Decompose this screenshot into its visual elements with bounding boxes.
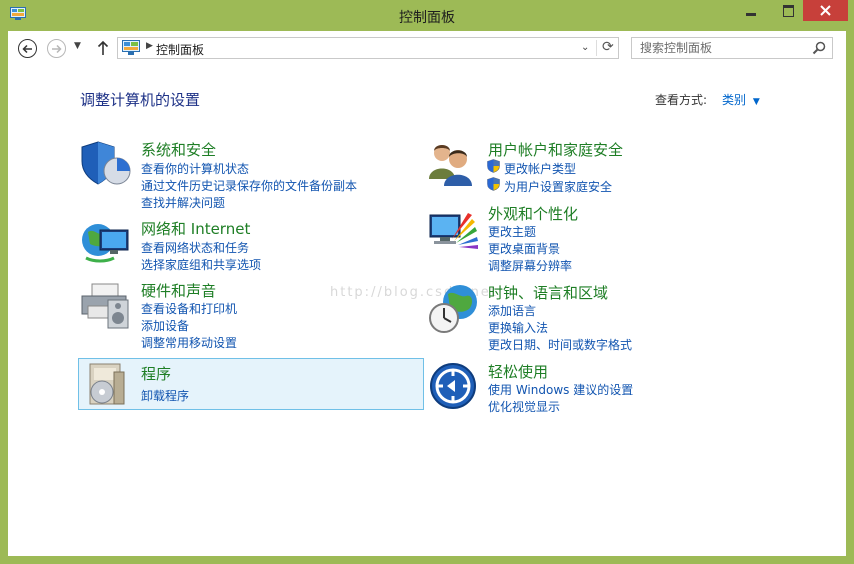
category-link[interactable]: 调整常用移动设置: [141, 334, 237, 351]
category-network-internet: 网络和 Internet 查看网络状态和任务 选择家庭组和共享选项: [80, 218, 420, 273]
page-heading: 调整计算机的设置: [80, 91, 201, 109]
uac-shield-icon: [487, 177, 500, 191]
category-title[interactable]: 网络和 Internet: [141, 218, 250, 239]
category-link[interactable]: 更换输入法: [488, 319, 548, 336]
minimize-button[interactable]: [738, 0, 764, 21]
view-by-value: 类别: [722, 93, 747, 107]
category-title[interactable]: 硬件和声音: [141, 280, 216, 301]
category-system-security: 系统和安全 查看你的计算机状态 通过文件历史记录保存你的文件备份副本 查找并解决…: [80, 139, 420, 210]
category-link[interactable]: 更改帐户类型: [504, 160, 576, 177]
maximize-button[interactable]: [775, 0, 802, 21]
category-link[interactable]: 更改主题: [488, 223, 536, 240]
category-link[interactable]: 查看你的计算机状态: [141, 160, 249, 177]
view-by-label: 查看方式:: [655, 93, 708, 107]
category-user-accounts: 用户帐户和家庭安全 更改帐户类型 为用户设置家庭安全: [428, 139, 828, 194]
category-title[interactable]: 系统和安全: [141, 139, 216, 160]
control-panel-window: 控制面板 ▼ ▶ 控制面板 ⌄ ⟳ 搜索控制面板 调整计算机的设置 查看方式: …: [0, 0, 854, 564]
search-box[interactable]: [631, 37, 833, 59]
chevron-down-icon: ▼: [74, 41, 81, 51]
client-area: ▼ ▶ 控制面板 ⌄ ⟳ 搜索控制面板 调整计算机的设置 查看方式: 类别 ▼ …: [8, 31, 846, 556]
category-link[interactable]: 优化视觉显示: [488, 398, 560, 415]
programs-box-icon[interactable]: [84, 362, 134, 408]
category-title[interactable]: 时钟、语言和区域: [488, 282, 608, 303]
users-icon[interactable]: [428, 139, 478, 189]
view-by-dropdown[interactable]: 类别 ▼: [722, 91, 760, 108]
recent-locations-button[interactable]: ▼: [74, 41, 86, 55]
category-link[interactable]: 卸载程序: [141, 387, 189, 404]
category-title[interactable]: 程序: [141, 363, 171, 384]
category-programs: 程序 卸载程序: [80, 362, 420, 408]
security-shield-icon[interactable]: [80, 139, 132, 187]
category-link[interactable]: 更改桌面背景: [488, 240, 560, 257]
search-icon[interactable]: [812, 41, 826, 55]
category-link[interactable]: 使用 Windows 建议的设置: [488, 381, 633, 398]
forward-arrow-icon: [52, 44, 62, 53]
category-clock-language: 时钟、语言和区域 添加语言 更换输入法 更改日期、时间或数字格式: [428, 282, 828, 352]
control-panel-icon: [122, 40, 140, 55]
category-title[interactable]: 用户帐户和家庭安全: [488, 139, 623, 160]
title-bar[interactable]: 控制面板: [0, 0, 854, 31]
back-arrow-icon: [22, 44, 32, 53]
close-icon: [820, 5, 831, 16]
back-button[interactable]: [18, 39, 37, 58]
address-bar[interactable]: ▶ 控制面板 ⌄ ⟳: [117, 37, 619, 59]
category-link[interactable]: 更改日期、时间或数字格式: [488, 336, 632, 353]
category-link[interactable]: 通过文件历史记录保存你的文件备份副本: [141, 177, 357, 194]
clock-globe-icon[interactable]: [428, 282, 480, 334]
breadcrumb-control-panel[interactable]: 控制面板: [156, 41, 204, 58]
category-link[interactable]: 添加语言: [488, 302, 536, 319]
category-ease-of-access: 轻松使用 使用 Windows 建议的设置 优化视觉显示: [428, 361, 828, 415]
category-link[interactable]: 添加设备: [141, 317, 189, 334]
category-link[interactable]: 查看网络状态和任务: [141, 239, 249, 256]
forward-button[interactable]: [47, 39, 66, 58]
chevron-down-icon: ▼: [752, 97, 760, 107]
up-arrow-icon[interactable]: [96, 39, 110, 57]
category-link[interactable]: 选择家庭组和共享选项: [141, 256, 261, 273]
close-button[interactable]: [803, 0, 848, 21]
printer-icon[interactable]: [80, 280, 132, 332]
refresh-icon[interactable]: ⟳: [602, 39, 614, 55]
category-title[interactable]: 轻松使用: [488, 361, 548, 382]
search-input[interactable]: [632, 38, 810, 58]
network-globe-icon[interactable]: [80, 218, 132, 268]
category-appearance: 外观和个性化 更改主题 更改桌面背景 调整屏幕分辨率: [428, 203, 828, 273]
address-dropdown-icon[interactable]: ⌄: [581, 42, 589, 53]
category-link[interactable]: 查找并解决问题: [141, 194, 225, 211]
ease-of-access-icon[interactable]: [429, 362, 477, 410]
appearance-palette-icon[interactable]: [428, 209, 480, 255]
breadcrumb-separator-icon[interactable]: ▶: [146, 41, 153, 51]
category-link[interactable]: 查看设备和打印机: [141, 300, 237, 317]
category-hardware-sound: 硬件和声音 查看设备和打印机 添加设备 调整常用移动设置: [80, 280, 420, 350]
uac-shield-icon: [487, 159, 500, 173]
category-link[interactable]: 为用户设置家庭安全: [504, 178, 612, 195]
address-divider: [596, 40, 597, 56]
navigation-bar: ▼ ▶ 控制面板 ⌄ ⟳: [8, 31, 846, 67]
category-title[interactable]: 外观和个性化: [488, 203, 578, 224]
category-link[interactable]: 调整屏幕分辨率: [488, 257, 572, 274]
window-title: 控制面板: [399, 10, 455, 26]
